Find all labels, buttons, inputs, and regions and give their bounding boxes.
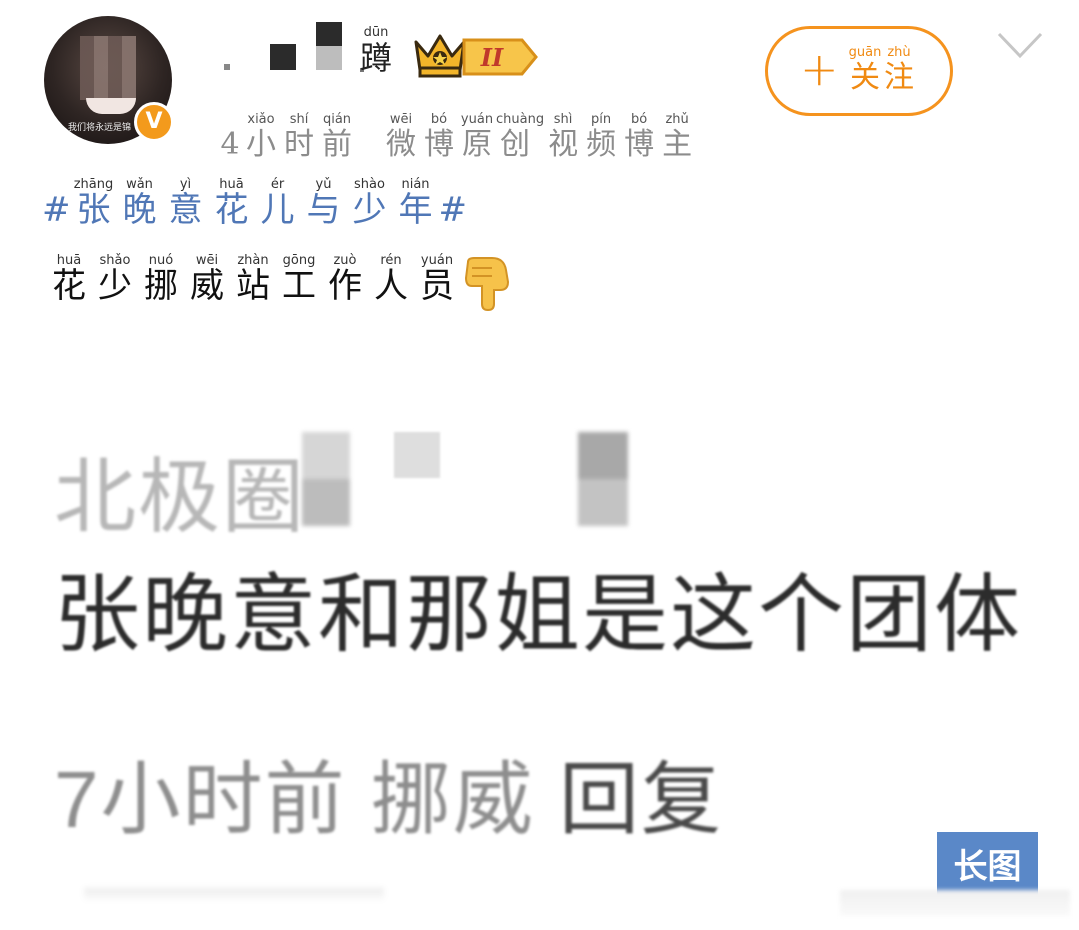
ruby-char: bó 博 (624, 112, 655, 163)
pointing-down-hand-icon (464, 257, 510, 312)
post-body-text: huā 花 shǎo 少 nuó 挪 wēi 威 zhàn 站 gōng 工 zuò 作 rén 人 yuán 员 (46, 253, 460, 306)
ruby-char: xiǎo 小 (246, 112, 276, 163)
username-censor-block (224, 64, 230, 70)
ruby-char: shào 少 (352, 177, 387, 230)
ruby-char: bó 博 (424, 112, 454, 163)
ruby-char: ér 儿 (260, 177, 295, 230)
ruby-char: huā 花 (214, 177, 249, 230)
embedded-reply-label: 回复 (558, 755, 723, 844)
ruby-char: wēi 威 (190, 253, 224, 306)
embedded-commenter-name: 北极圈 (54, 452, 307, 543)
ruby-char: zhàn 站 (236, 253, 270, 306)
ruby-char: yǔ 与 (306, 177, 341, 230)
avatar-caption: 我们将永远是锦 (68, 123, 132, 133)
topic-hashtag[interactable]: # zhāng 张 wǎn 晚 yì 意 huā 花 ér 儿 yǔ 与 shào 少 nián 年 # (42, 177, 468, 230)
post-meta: 4 xiǎo 小 shí 时 qián 前 wēi 微 bó 博 yuán 原 chuàng 创 shì 视 pí… (218, 113, 696, 163)
embedded-comment-author: 挪威 (370, 755, 535, 844)
verified-badge-icon: V (134, 102, 174, 142)
divider (840, 890, 1070, 916)
embedded-comment-time: 7小时前 (54, 755, 347, 844)
username-censor-block (316, 22, 342, 46)
ruby-char: wēi 微 (386, 112, 416, 163)
ruby-char: yuán 原 (460, 112, 494, 163)
follow-button-label: guān 关 zhù 注 (848, 46, 916, 96)
ruby-char: pín 频 (586, 112, 617, 163)
avatar-mosaic (80, 36, 136, 100)
level-badge-text: II (480, 43, 504, 72)
ruby-char: wǎn 晚 (122, 177, 157, 230)
ruby-char: nuó 挪 (144, 253, 178, 306)
embedded-comment-text: 张晚意和那姐是这个团体 (54, 567, 1022, 663)
chevron-down-icon[interactable] (996, 28, 1044, 62)
censor-mosaic (302, 432, 350, 526)
embedded-comment-footer: 7小时前 挪威 回复 (54, 735, 723, 851)
ruby-char: zhāng 张 (73, 177, 114, 230)
hash-symbol: # (42, 190, 71, 230)
censor-mosaic (394, 432, 440, 478)
divider (84, 888, 384, 902)
author-name[interactable]: dūn 蹲 (360, 25, 393, 77)
crown-icon (414, 34, 466, 78)
ruby-char: shì 视 (548, 112, 579, 163)
hash-symbol: # (438, 190, 468, 230)
ruby-char: zhù 注 (884, 45, 914, 96)
ruby-char: 4 (220, 127, 240, 162)
level-badge-icon: II (462, 38, 538, 76)
ruby-char: zhǔ 主 (662, 112, 693, 163)
ruby-char: gōng 工 (282, 253, 316, 306)
ruby-char: nián 年 (398, 177, 433, 230)
ruby-char: qián 前 (322, 112, 352, 163)
ruby-char: rén 人 (374, 253, 408, 306)
ruby-char: shǎo 少 (98, 253, 132, 306)
ruby-char: zuò 作 (328, 253, 362, 306)
ruby-char: dūn 蹲 (360, 25, 393, 77)
embedded-comment: 张晚意和那姐是这个团体 (54, 560, 1038, 680)
ruby-char: yuán 员 (420, 253, 454, 306)
ruby-char: huā 花 (52, 253, 86, 306)
censor-mosaic (578, 432, 628, 526)
avatar-smile (86, 98, 136, 114)
username-censor-block (316, 46, 342, 70)
ruby-char: yì 意 (168, 177, 203, 230)
ruby-char: guān 关 (848, 45, 882, 96)
username-censor-block (270, 44, 296, 70)
ruby-char: chuàng 创 (496, 112, 545, 163)
ruby-char: shí 时 (284, 112, 314, 163)
follow-plus-icon: + (800, 42, 839, 96)
